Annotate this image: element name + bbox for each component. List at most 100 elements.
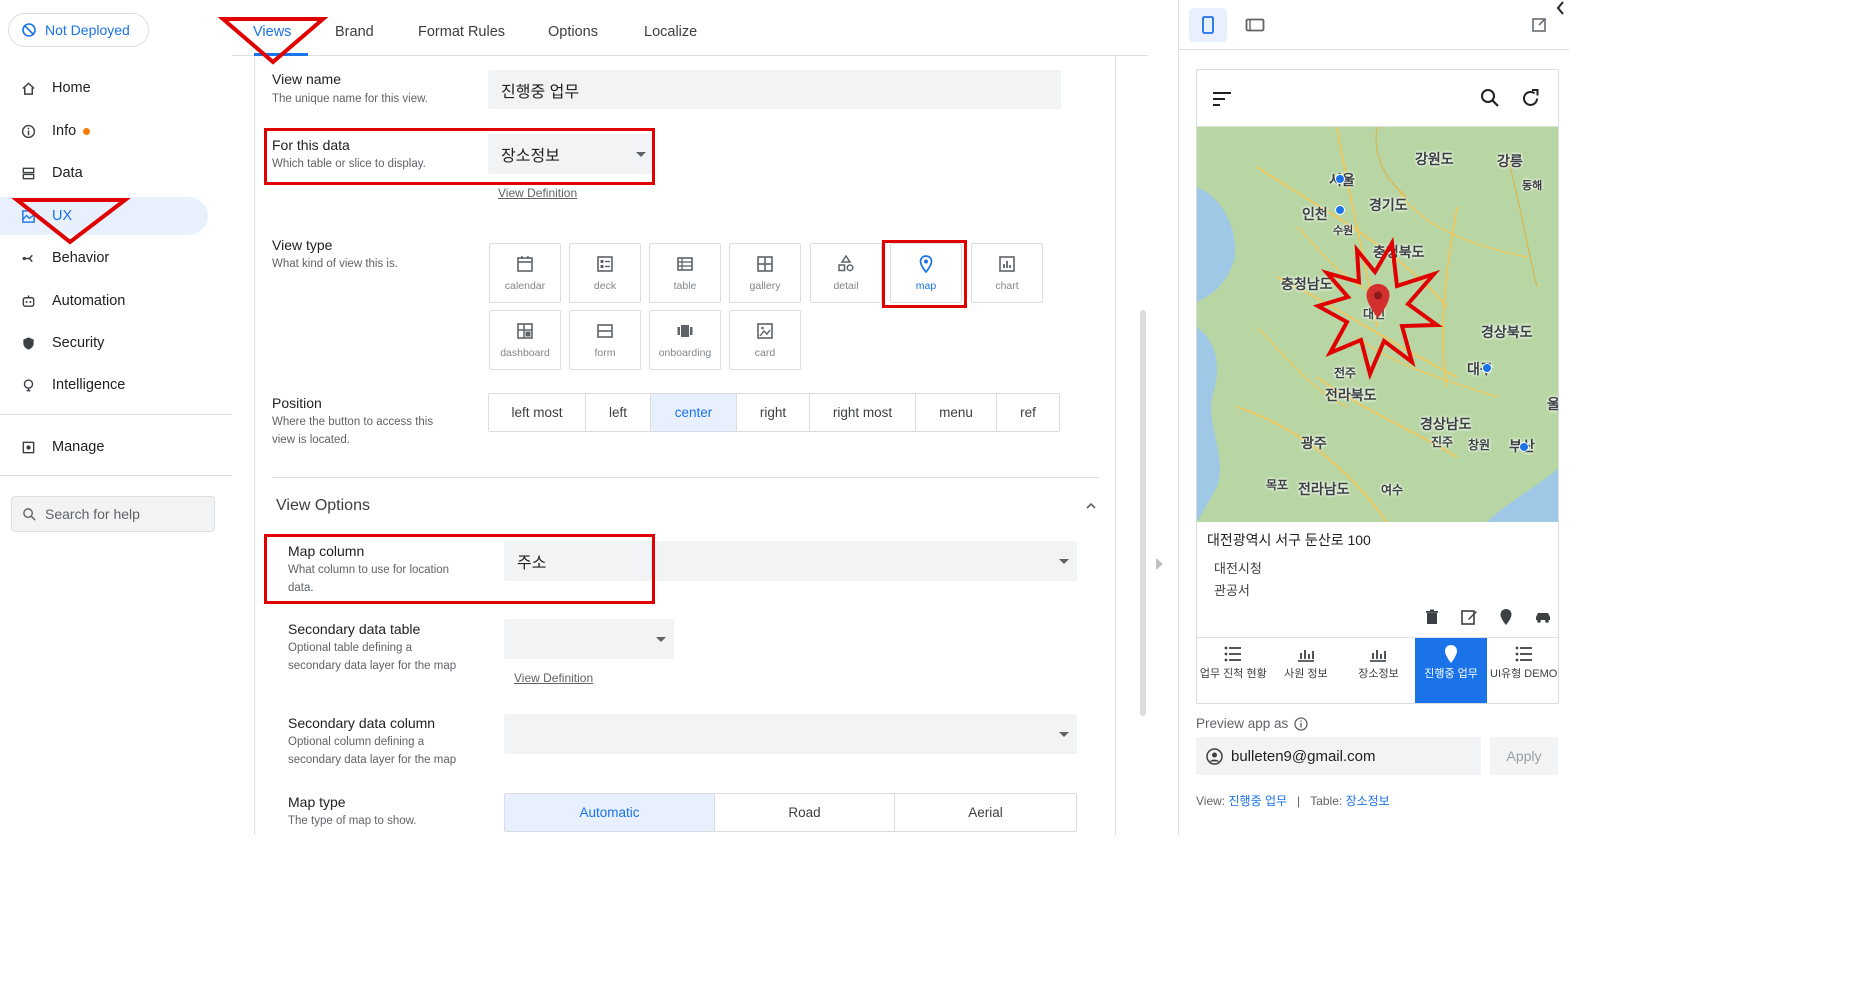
preview-as-label: Preview app as — [1196, 716, 1289, 731]
tab-views[interactable]: Views — [253, 24, 291, 40]
map-place-label: 강릉 — [1497, 153, 1523, 169]
secondary-table-select[interactable] — [504, 619, 674, 659]
collapse-preview-arrow-icon[interactable] — [1156, 558, 1163, 570]
bottom-nav-item[interactable]: 업무 진척 현황 — [1197, 638, 1270, 703]
position-right-button[interactable]: right — [737, 394, 810, 431]
help-search-placeholder: Search for help — [45, 506, 140, 522]
map-column-desc-line1: What column to use for location — [288, 564, 450, 576]
map-type-aerial-button[interactable]: Aerial — [895, 794, 1076, 831]
view-type-map[interactable]: map — [890, 243, 962, 303]
map-location-marker[interactable] — [1335, 174, 1345, 184]
view-type-detail[interactable]: detail — [810, 243, 882, 303]
footer-table-label: Table: — [1310, 794, 1343, 808]
sidebar-item-data[interactable]: Data — [0, 154, 208, 192]
secondary-column-select[interactable] — [504, 714, 1077, 754]
map-canvas[interactable]: 강원도 강릉 동해 서울 인천 경기도 수원 충청북도 충청남도 대전 경상북도… — [1197, 127, 1558, 522]
view-type-gallery[interactable]: gallery — [729, 243, 801, 303]
view-type-card[interactable]: card — [729, 310, 801, 370]
app-bottom-nav: 업무 진척 현황 사원 정보 장소정보 진행중 업무 UI유형 DEMO — [1197, 637, 1558, 703]
sidebar-item-security[interactable]: Security — [0, 324, 208, 362]
sidebar-item-intelligence[interactable]: Intelligence — [0, 366, 208, 404]
map-location-marker[interactable] — [1482, 363, 1492, 373]
sidebar-item-label: Data — [52, 165, 83, 181]
not-deployed-icon — [22, 23, 36, 37]
bottom-nav-item[interactable]: 사원 정보 — [1270, 638, 1343, 703]
selected-place-card: 대전광역시 서구 둔산로 100 대전시청 관공서 — [1197, 522, 1558, 637]
bottom-nav-item-active[interactable]: 진행중 업무 — [1414, 638, 1488, 703]
map-place-label: 전주 — [1334, 366, 1357, 380]
sidebar-item-home[interactable]: Home — [0, 69, 208, 107]
tab-localize[interactable]: Localize — [644, 24, 697, 40]
position-center-button[interactable]: center — [651, 394, 737, 431]
preview-toolbar — [1179, 0, 1569, 50]
open-in-new-icon[interactable] — [1531, 17, 1547, 33]
view-type-chart[interactable]: chart — [971, 243, 1043, 303]
card-icon — [757, 323, 773, 339]
content-scrollbar[interactable] — [1140, 310, 1146, 716]
view-type-label-text: form — [594, 347, 616, 359]
map-location-marker[interactable] — [1335, 205, 1345, 215]
map-column-label: Map column — [288, 543, 365, 559]
view-type-deck[interactable]: deck — [569, 243, 641, 303]
delete-icon[interactable] — [1423, 608, 1441, 626]
map-location-marker[interactable] — [1519, 442, 1529, 452]
map-place-label: 광주 — [1301, 435, 1327, 451]
view-definition-link[interactable]: View Definition — [498, 186, 577, 200]
chevron-up-icon[interactable] — [1085, 500, 1097, 512]
view-type-form[interactable]: form — [569, 310, 641, 370]
chevron-left-icon[interactable] — [1553, 0, 1569, 16]
view-type-label-text: dashboard — [500, 347, 550, 359]
position-ref-button[interactable]: ref — [997, 394, 1059, 431]
help-search-input[interactable]: Search for help — [11, 496, 215, 532]
preview-email-input[interactable]: bulleten9@gmail.com — [1196, 737, 1481, 775]
place-address: 대전광역시 서구 둔산로 100 — [1207, 532, 1371, 548]
view-type-calendar[interactable]: calendar — [489, 243, 561, 303]
view-type-onboarding[interactable]: onboarding — [649, 310, 721, 370]
apply-button[interactable]: Apply — [1490, 737, 1558, 775]
chevron-down-icon — [1059, 559, 1069, 564]
bottom-nav-item[interactable]: UI유형 DEMO — [1487, 638, 1558, 703]
map-type-road-button[interactable]: Road — [715, 794, 895, 831]
for-this-data-desc: Which table or slice to display. — [272, 158, 426, 170]
footer-table-link[interactable]: 장소정보 — [1346, 794, 1390, 808]
sidebar-item-manage[interactable]: Manage — [0, 428, 208, 466]
info-icon — [20, 123, 36, 139]
view-type-dashboard[interactable]: dashboard — [489, 310, 561, 370]
view-type-label-text: detail — [833, 280, 859, 292]
selected-map-pin-icon[interactable] — [1365, 283, 1391, 319]
search-icon[interactable] — [1480, 88, 1500, 108]
bottom-nav-item[interactable]: 장소정보 — [1342, 638, 1415, 703]
tab-options[interactable]: Options — [548, 24, 598, 40]
footer-view-label: View: — [1196, 794, 1226, 808]
map-type-automatic-button[interactable]: Automatic — [505, 794, 715, 831]
sort-menu-icon[interactable] — [1212, 91, 1232, 107]
secondary-view-definition-link[interactable]: View Definition — [514, 671, 593, 685]
preview-as-row: Preview app as — [1196, 716, 1308, 731]
tab-brand[interactable]: Brand — [335, 24, 374, 40]
sidebar-item-label: Home — [52, 80, 91, 96]
sidebar-item-info[interactable]: Info — [0, 112, 208, 150]
view-name-input[interactable]: 진행중 업무 — [488, 70, 1061, 109]
tab-format-rules[interactable]: Format Rules — [418, 24, 505, 40]
car-icon[interactable] — [1534, 608, 1552, 626]
position-left-most-button[interactable]: left most — [489, 394, 586, 431]
map-column-select[interactable]: 주소 — [504, 541, 1077, 581]
info-icon[interactable] — [1294, 716, 1308, 731]
footer-view-link[interactable]: 진행중 업무 — [1228, 794, 1287, 808]
deploy-status-pill[interactable]: Not Deployed — [8, 13, 149, 47]
position-menu-button[interactable]: menu — [916, 394, 997, 431]
mobile-preview-button[interactable] — [1189, 8, 1227, 42]
sidebar-item-automation[interactable]: Automation — [0, 282, 208, 320]
view-type-label-text: deck — [593, 280, 617, 292]
position-left-button[interactable]: left — [586, 394, 651, 431]
edit-icon[interactable] — [1460, 608, 1478, 626]
refresh-icon[interactable] — [1520, 88, 1541, 109]
view-type-table[interactable]: table — [649, 243, 721, 303]
location-pin-icon[interactable] — [1497, 608, 1515, 626]
tablet-preview-button[interactable] — [1236, 8, 1274, 42]
for-this-data-select[interactable]: 장소정보 — [488, 134, 654, 174]
sidebar-item-ux[interactable]: UX — [0, 197, 208, 235]
secondary-table-label: Secondary data table — [288, 621, 421, 637]
position-right-most-button[interactable]: right most — [810, 394, 916, 431]
sidebar-item-behavior[interactable]: Behavior — [0, 239, 208, 277]
